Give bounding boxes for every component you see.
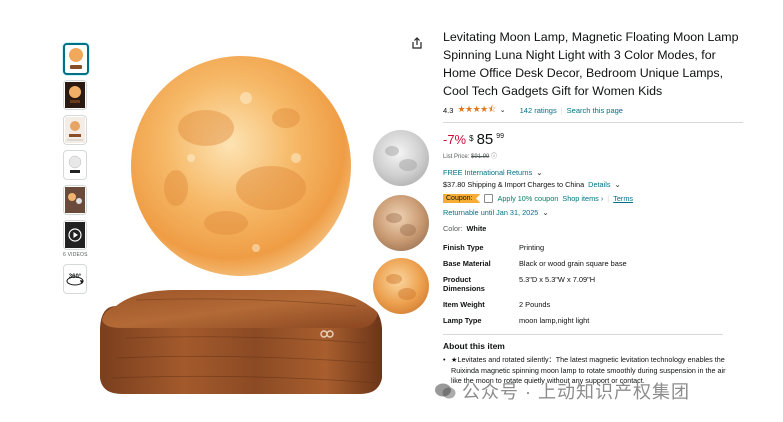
- rating-row: 4.3 ★★★★⯪ ⌄ 142 ratings | Search this pa…: [443, 102, 743, 123]
- coupon-row: Coupon: Apply 10% coupon Shop items › | …: [443, 194, 743, 203]
- ratings-count-link[interactable]: 142 ratings: [520, 106, 557, 115]
- coupon-checkbox[interactable]: [484, 194, 494, 203]
- lifestyle-thumbnail-icon: [65, 187, 85, 213]
- svg-text:360°: 360°: [69, 274, 82, 280]
- thumbnail-white-moon[interactable]: [63, 150, 87, 180]
- thumbnail-360-view[interactable]: 360°: [63, 264, 87, 294]
- chevron-down-icon[interactable]: ⌄: [614, 180, 620, 189]
- size-chart-thumbnail-icon: [65, 117, 85, 143]
- product-title: Levitating Moon Lamp, Magnetic Floating …: [443, 30, 739, 98]
- spec-row: Item Weight 2 Pounds: [443, 298, 627, 314]
- spec-value: 2 Pounds: [519, 300, 551, 309]
- thumbnail-lifestyle[interactable]: [63, 185, 87, 215]
- spec-key: Finish Type: [443, 243, 484, 252]
- spec-value: Printing: [519, 243, 545, 252]
- separator: |: [607, 194, 610, 203]
- coupon-badge: Coupon:: [443, 194, 481, 203]
- night-scene-thumbnail-icon: [65, 82, 85, 108]
- rotate-360-icon: 360°: [66, 274, 84, 286]
- returnable-link[interactable]: Returnable until Jan 31, 2025: [443, 208, 538, 217]
- wechat-icon: [435, 383, 456, 399]
- list-price: List Price: $91.99 ⓘ: [443, 151, 743, 160]
- shipping-row: $37.80 Shipping & Import Charges to Chin…: [443, 180, 743, 189]
- specs-table: Finish Type Printing Base Material Black…: [443, 241, 627, 330]
- price-fraction: 99: [496, 133, 505, 140]
- chevron-down-icon[interactable]: ⌄: [542, 208, 548, 217]
- chevron-down-icon[interactable]: ⌄: [536, 168, 542, 177]
- about-title: About this item: [443, 341, 505, 351]
- spec-key: Base Material: [443, 259, 491, 268]
- search-this-page-link[interactable]: Search this page: [567, 106, 623, 115]
- watermark: 公众号 · 上动知识产权集团: [434, 378, 690, 404]
- moon-lamp-thumbnail-icon: [69, 48, 83, 69]
- star-rating-icon[interactable]: ★★★★⯪: [457, 102, 496, 118]
- shop-items-link[interactable]: Shop items ›: [562, 194, 603, 203]
- share-icon[interactable]: [410, 36, 424, 50]
- color-option-yellow[interactable]: [372, 257, 430, 315]
- price-row: -7% $ 85 99: [443, 132, 743, 148]
- color-row: Color: White: [443, 224, 743, 233]
- spec-key: Item Weight: [443, 300, 485, 309]
- list-price-value: $91.99: [471, 154, 490, 160]
- spec-row: Base Material Black or wood grain square…: [443, 257, 627, 273]
- chevron-down-icon[interactable]: ⌄: [500, 106, 506, 114]
- spec-value: Black or wood grain square base: [519, 259, 627, 268]
- info-icon[interactable]: ⓘ: [491, 154, 497, 160]
- video-play-icon: [65, 222, 85, 248]
- spec-key: Product Dimensions: [443, 275, 485, 293]
- terms-link[interactable]: Terms: [613, 194, 633, 203]
- watermark-text: 公众号 · 上动知识产权集团: [462, 382, 690, 402]
- price-symbol: $: [469, 134, 474, 143]
- details-link[interactable]: Details: [588, 180, 610, 189]
- list-price-label: List Price:: [443, 154, 470, 160]
- apply-coupon-text[interactable]: Apply 10% coupon: [497, 194, 558, 203]
- videos-label: 6 VIDEOS: [63, 252, 88, 258]
- thumbnail-video[interactable]: [63, 220, 87, 250]
- thumbnail-moon-lamp-warm[interactable]: [63, 43, 89, 75]
- returnable-row: Returnable until Jan 31, 2025 ⌄: [443, 208, 743, 217]
- spec-value: 5.3"D x 5.3"W x 7.09"H: [519, 275, 596, 284]
- thumbnail-column: 6 VIDEOS 360°: [63, 43, 91, 299]
- discount-percent: -7%: [443, 132, 467, 147]
- color-option-warm-dim[interactable]: [372, 194, 430, 252]
- separator: |: [560, 105, 563, 115]
- color-value: White: [466, 224, 487, 233]
- thumbnail-size-chart[interactable]: [63, 115, 87, 145]
- returns-row: FREE International Returns ⌄: [443, 168, 743, 177]
- color-option-white[interactable]: [372, 129, 430, 187]
- free-returns-link[interactable]: FREE International Returns: [443, 168, 532, 177]
- spec-row: Finish Type Printing: [443, 241, 627, 257]
- thumbnail-night-scene[interactable]: [63, 80, 87, 110]
- spec-key: Lamp Type: [443, 316, 482, 325]
- spec-value: moon lamp,night light: [519, 316, 590, 325]
- main-product-image[interactable]: [96, 38, 396, 398]
- product-details: Levitating Moon Lamp, Magnetic Floating …: [443, 28, 743, 387]
- color-label: Color:: [443, 224, 463, 233]
- shipping-charges: $37.80 Shipping & Import Charges to Chin…: [443, 180, 585, 189]
- spec-row: Lamp Type moon lamp,night light: [443, 314, 627, 330]
- rating-value: 4.3: [443, 105, 454, 115]
- divider: [443, 334, 723, 335]
- price-whole: 85: [476, 131, 494, 148]
- white-moon-thumbnail-icon: [68, 155, 82, 173]
- spec-row: Product Dimensions 5.3"D x 5.3"W x 7.09"…: [443, 273, 627, 298]
